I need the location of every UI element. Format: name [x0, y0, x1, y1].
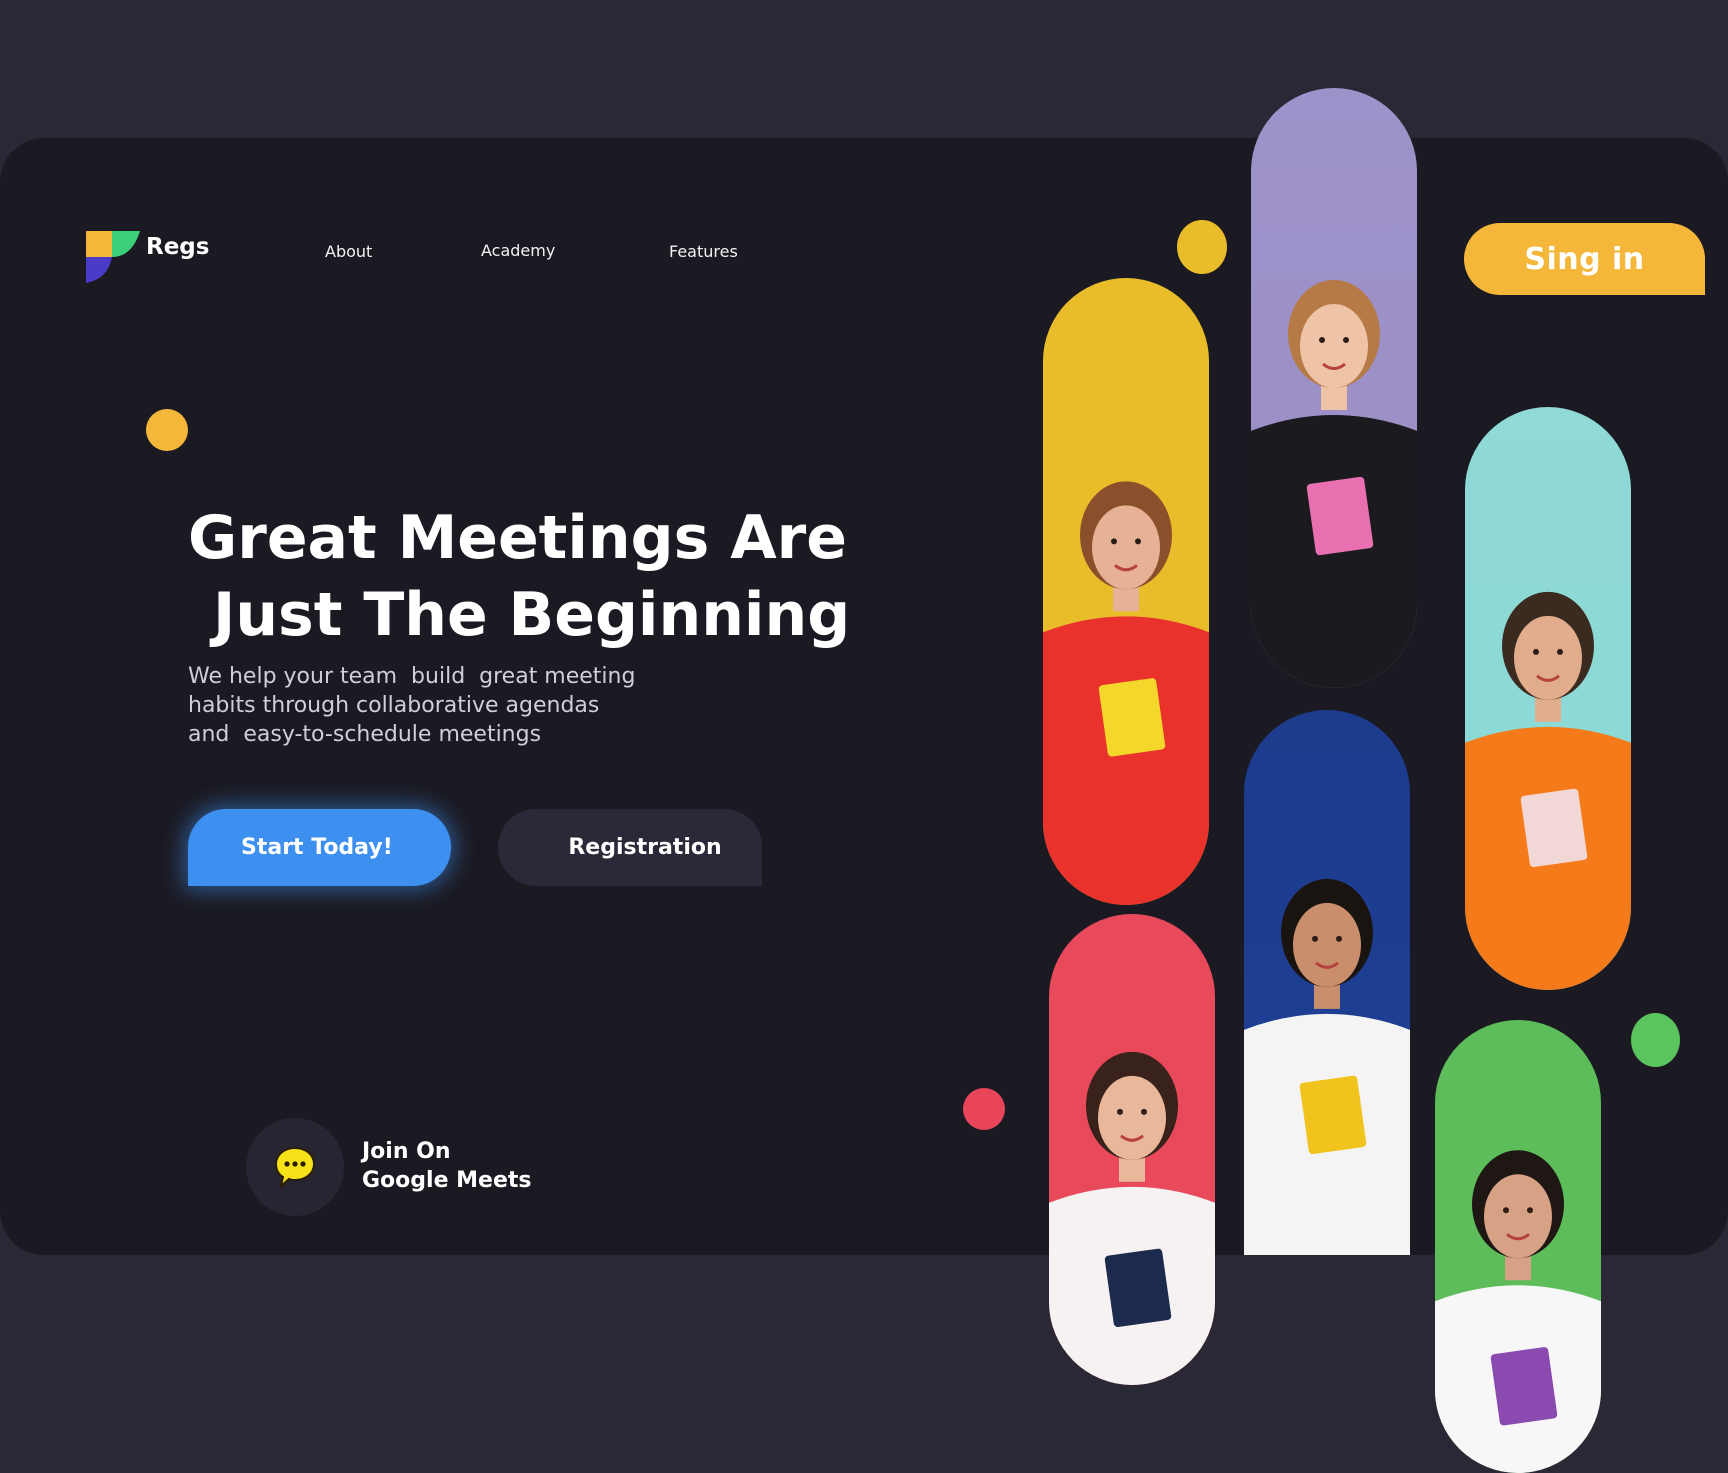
nav-about[interactable]: About	[325, 242, 372, 261]
photo-student-plaid-shirt	[1251, 88, 1417, 688]
regs-logo-icon[interactable]	[86, 231, 140, 283]
start-today-button[interactable]: Start Today!	[188, 809, 451, 886]
photo-student-orange-sweater	[1465, 407, 1631, 990]
decor-dot-yellow	[146, 409, 188, 451]
portrait-illustration	[1435, 1150, 1601, 1473]
hero-subtitle: We help your team build great meeting ha…	[188, 662, 636, 749]
signin-button[interactable]: Sing in	[1464, 223, 1705, 295]
portrait-illustration	[1251, 280, 1417, 688]
registration-button[interactable]: Registration	[498, 809, 762, 886]
portrait-illustration	[1049, 1051, 1215, 1385]
join-line1: Join On	[362, 1139, 451, 1164]
chat-bubble-icon	[274, 1146, 316, 1189]
hero-subtitle-line2: habits through collaborative agendas	[188, 693, 600, 718]
join-line2: Google Meets	[362, 1168, 532, 1193]
join-meets-text[interactable]: Join On Google Meets	[362, 1137, 532, 1195]
hero-title: Great Meetings Are Just The Beginning	[188, 500, 851, 654]
photo-student-green-background	[1435, 1020, 1601, 1473]
hero-subtitle-line1: We help your team build great meeting	[188, 664, 636, 689]
brand-name[interactable]: Regs	[146, 234, 209, 260]
nav-academy[interactable]: Academy	[481, 241, 555, 260]
decor-dot-red	[963, 1088, 1005, 1130]
portrait-illustration	[1465, 591, 1631, 990]
join-meets-button[interactable]	[246, 1118, 344, 1216]
hero-title-line1: Great Meetings Are	[188, 503, 847, 573]
decor-dot-yellow-top	[1177, 220, 1227, 274]
photo-student-curly-hair-red-hoodie	[1043, 278, 1209, 905]
decor-dot-green	[1631, 1013, 1680, 1067]
hero-subtitle-line3: and easy-to-schedule meetings	[188, 722, 542, 747]
portrait-illustration	[1244, 878, 1410, 1255]
hero-title-line2: Just The Beginning	[213, 580, 851, 650]
photo-student-pink-background	[1049, 914, 1215, 1385]
photo-student-blue-background	[1244, 710, 1410, 1255]
nav-features[interactable]: Features	[669, 242, 738, 261]
portrait-illustration	[1043, 481, 1209, 905]
